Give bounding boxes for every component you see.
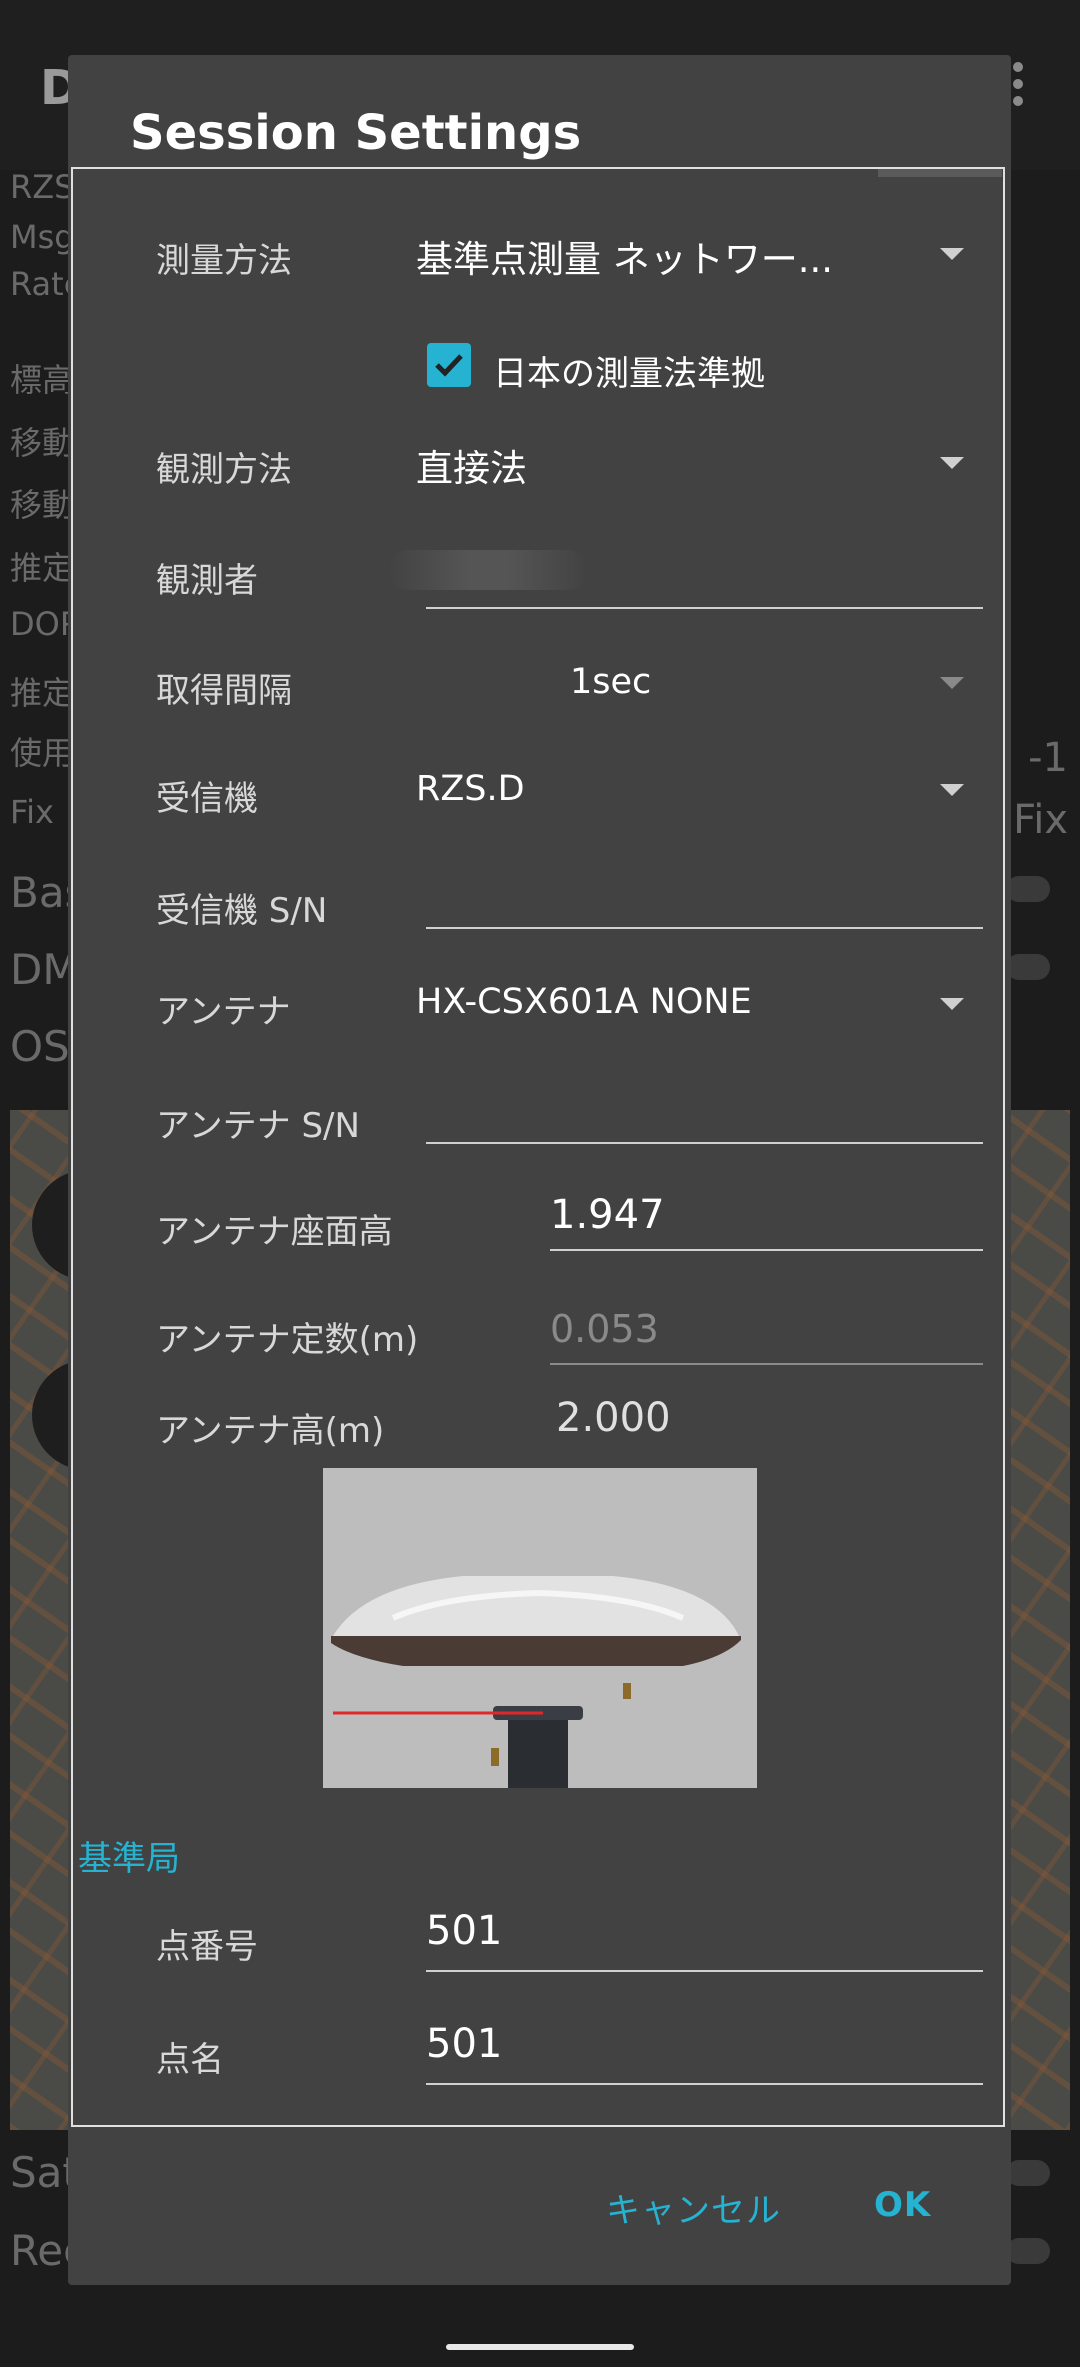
antenna-height-value: 2.000: [556, 1395, 671, 1441]
interval-label: 取得間隔: [156, 671, 292, 711]
dialog-title: Session Settings: [130, 105, 582, 161]
antenna-constant-label: アンテナ定数(m): [156, 1320, 419, 1360]
antenna-constant-input: 0.053: [550, 1307, 659, 1351]
survey-method-label: 測量方法: [156, 241, 292, 281]
japan-law-checkbox[interactable]: [427, 343, 471, 387]
point-number-label: 点番号: [156, 1927, 258, 1967]
antenna-height-label: アンテナ高(m): [156, 1411, 385, 1451]
ok-button[interactable]: OK: [874, 2185, 931, 2225]
receiver-sn-label: 受信機 S/N: [156, 891, 328, 931]
bg-toggle[interactable]: [1006, 954, 1050, 980]
observation-method-select[interactable]: 直接法: [416, 438, 527, 492]
observer-redacted: [388, 550, 588, 590]
chevron-down-icon[interactable]: [940, 457, 964, 469]
bg-row: Msg: [10, 218, 75, 256]
receiver-label: 受信機: [156, 779, 258, 819]
point-name-underline: [426, 2083, 983, 2085]
overflow-menu-icon[interactable]: [1010, 62, 1026, 106]
interval-select[interactable]: 1sec: [570, 662, 651, 702]
bg-value: Fix: [1013, 797, 1068, 843]
check-icon: [435, 354, 463, 377]
base-station-section-title: 基準局: [78, 1839, 180, 1879]
bg-row: 使用: [10, 734, 75, 772]
cancel-button[interactable]: キャンセル: [606, 2183, 781, 2232]
bg-toggle[interactable]: [1006, 2238, 1050, 2264]
antenna-mount-height-input[interactable]: 1.947: [550, 1192, 665, 1238]
observer-underline: [426, 607, 983, 609]
point-name-label: 点名: [156, 2040, 224, 2080]
bg-row: Fix: [10, 793, 54, 831]
survey-method-select[interactable]: 基準点測量 ネットワー...: [416, 229, 833, 283]
chevron-down-icon[interactable]: [940, 998, 964, 1010]
japan-law-label: 日本の測量法準拠: [493, 354, 765, 394]
antenna-sn-label: アンテナ S/N: [156, 1106, 360, 1146]
antenna-illustration: [323, 1468, 757, 1788]
chevron-down-icon[interactable]: [940, 248, 964, 260]
bg-row: 移動: [10, 424, 75, 462]
observer-label: 観測者: [156, 561, 258, 601]
bg-row: 推定: [10, 674, 75, 712]
antenna-mount-height-underline: [550, 1249, 983, 1251]
antenna-sn-underline: [426, 1142, 983, 1144]
antenna-constant-underline: [550, 1363, 983, 1365]
bg-toggle[interactable]: [1006, 2160, 1050, 2186]
bg-row: RZS: [10, 168, 75, 206]
point-number-underline: [426, 1970, 983, 1972]
bg-row: 移動: [10, 486, 75, 524]
antenna-image: [323, 1468, 757, 1788]
session-settings-dialog: Session Settings 測量方法 基準点測量 ネットワー... 日本の…: [68, 55, 1011, 2285]
point-name-input[interactable]: 501: [426, 2021, 502, 2067]
bg-row: 推定: [10, 549, 75, 587]
point-number-input[interactable]: 501: [426, 1908, 502, 1954]
bg-row: 標高: [10, 361, 75, 399]
receiver-sn-underline: [426, 927, 983, 929]
bg-toggle[interactable]: [1006, 876, 1050, 902]
chevron-down-icon[interactable]: [940, 784, 964, 796]
bg-value: -1: [1028, 735, 1068, 781]
antenna-mount-height-label: アンテナ座面高: [156, 1212, 393, 1252]
chevron-down-icon[interactable]: [940, 677, 964, 689]
antenna-label: アンテナ: [156, 992, 291, 1032]
bg-row: OS: [10, 1022, 70, 1071]
home-indicator[interactable]: [446, 2344, 634, 2350]
receiver-select[interactable]: RZS.D: [416, 769, 525, 809]
observation-method-label: 観測方法: [156, 450, 292, 490]
antenna-select[interactable]: HX-CSX601A NONE: [416, 982, 752, 1022]
